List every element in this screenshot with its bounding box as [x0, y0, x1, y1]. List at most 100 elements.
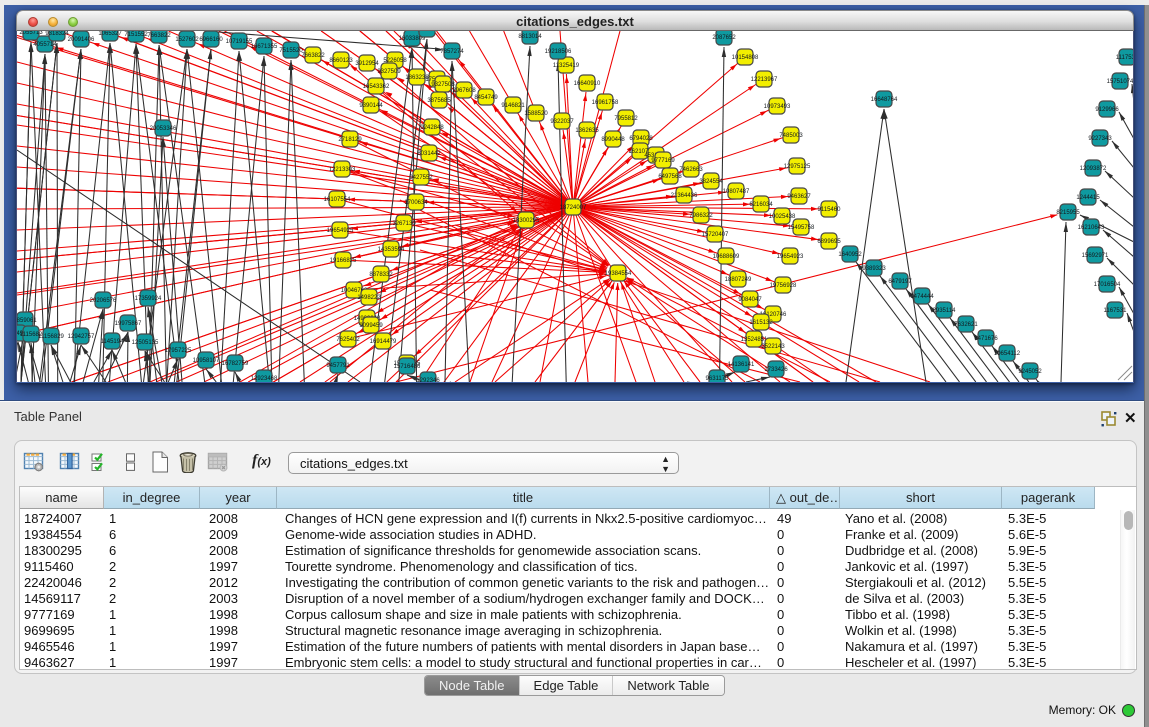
svg-text:6899695: 6899695 [817, 239, 841, 245]
svg-text:1292346: 1292346 [416, 378, 440, 382]
svg-text:3875685: 3875685 [427, 98, 451, 104]
svg-text:10688609: 10688609 [713, 254, 740, 260]
svg-text:10025438: 10025438 [769, 214, 796, 220]
svg-text:1640952: 1640952 [838, 252, 862, 258]
svg-text:19975867: 19975867 [115, 321, 142, 327]
svg-text:17957225: 17957225 [165, 348, 192, 354]
svg-text:6497568: 6497568 [658, 174, 682, 180]
svg-text:3824554: 3824554 [699, 179, 723, 185]
svg-text:2718129: 2718129 [338, 137, 362, 143]
svg-text:3912954: 3912954 [355, 61, 379, 67]
svg-text:10958107: 10958107 [193, 358, 220, 364]
svg-text:7625402: 7625402 [336, 337, 360, 343]
svg-text:1588520: 1588520 [524, 111, 548, 117]
svg-text:6794028: 6794028 [629, 136, 653, 142]
svg-text:7857274: 7857274 [440, 49, 464, 55]
svg-text:9322037: 9322037 [550, 119, 574, 125]
svg-text:4859061: 4859061 [17, 318, 37, 324]
svg-text:7462663: 7462663 [679, 167, 703, 173]
svg-text:19384554: 19384554 [605, 271, 632, 277]
svg-text:9242848: 9242848 [420, 125, 444, 131]
svg-text:19654923: 19654923 [777, 254, 804, 260]
svg-text:6966160: 6966160 [199, 37, 223, 43]
svg-text:2967608: 2967608 [452, 88, 476, 94]
svg-text:1527602: 1527602 [175, 37, 199, 43]
svg-text:9327509: 9327509 [377, 69, 401, 75]
svg-text:20091406: 20091406 [68, 37, 95, 43]
svg-text:12213303: 12213303 [329, 167, 356, 173]
svg-text:16782759: 16782759 [222, 361, 249, 367]
svg-text:15716486: 15716486 [394, 364, 421, 370]
svg-text:1117532: 1117532 [1116, 55, 1134, 61]
svg-text:11156829: 11156829 [38, 334, 64, 340]
svg-text:1498222: 1498222 [357, 295, 381, 301]
svg-text:7663822: 7663822 [301, 53, 325, 59]
svg-text:8031442: 8031442 [417, 151, 441, 157]
svg-text:9146821: 9146821 [501, 103, 525, 109]
svg-text:2087652: 2087652 [712, 35, 736, 41]
svg-text:19166825: 19166825 [330, 258, 357, 264]
svg-text:9084047: 9084047 [738, 297, 762, 303]
svg-text:20206576: 20206576 [90, 298, 117, 304]
svg-text:7515520: 7515520 [279, 48, 303, 54]
svg-text:9115460: 9115460 [818, 207, 842, 213]
svg-text:21364436: 21364436 [671, 193, 698, 199]
svg-text:16210643: 16210643 [1078, 225, 1105, 231]
svg-text:12093872: 12093872 [1080, 166, 1107, 172]
svg-text:17016504: 17016504 [1094, 282, 1121, 288]
svg-text:8813014: 8813014 [518, 34, 542, 40]
svg-text:16648764: 16648764 [871, 97, 898, 103]
svg-text:14136141: 14136141 [728, 362, 755, 368]
svg-text:1733426: 1733426 [764, 367, 788, 373]
svg-text:9389323: 9389323 [862, 266, 886, 272]
svg-text:2055713: 2055713 [19, 31, 43, 36]
svg-text:10973493: 10973493 [764, 104, 791, 110]
svg-text:10154808: 10154808 [732, 55, 759, 61]
svg-text:12975125: 12975125 [784, 164, 811, 170]
svg-text:8215955: 8215955 [1056, 210, 1080, 216]
svg-text:9463627: 9463627 [787, 194, 811, 200]
svg-text:7663822: 7663822 [147, 33, 171, 39]
svg-text:1615132: 1615132 [749, 320, 773, 326]
svg-text:10654112: 10654112 [994, 351, 1021, 357]
svg-text:9227343: 9227343 [1088, 136, 1112, 142]
svg-text:17359924: 17359924 [135, 296, 162, 302]
svg-text:7986322: 7986322 [689, 213, 713, 219]
svg-text:9318325: 9318325 [415, 31, 439, 33]
svg-text:16640910: 16640910 [574, 81, 601, 87]
svg-text:8660123: 8660123 [329, 58, 353, 64]
svg-text:16543362: 16543362 [363, 84, 390, 90]
svg-text:14353594: 14353594 [378, 247, 405, 253]
svg-text:6479197: 6479197 [888, 279, 912, 285]
svg-text:16914479: 16914479 [370, 339, 397, 345]
svg-text:9474444: 9474444 [910, 294, 934, 300]
svg-text:9099459: 9099459 [359, 323, 383, 329]
svg-text:1244415: 1244415 [1076, 195, 1100, 201]
svg-text:7151552: 7151552 [124, 32, 148, 38]
svg-text:9427552: 9427552 [409, 175, 433, 181]
svg-text:12213967: 12213967 [751, 77, 778, 83]
svg-text:18807249: 18807249 [725, 277, 752, 283]
svg-text:12942757: 12942757 [68, 334, 95, 340]
svg-text:7632621: 7632621 [954, 322, 978, 328]
svg-text:9390144: 9390144 [359, 103, 383, 109]
svg-text:1700634: 1700634 [404, 200, 428, 206]
svg-text:9245052: 9245052 [1018, 369, 1042, 375]
svg-text:1167531: 1167531 [1104, 308, 1128, 314]
svg-text:2935114: 2935114 [933, 308, 957, 314]
svg-text:15751074: 15751074 [1107, 79, 1134, 85]
svg-text:16107554: 16107554 [324, 197, 351, 203]
svg-text:8990448: 8990448 [601, 137, 625, 143]
svg-text:13524851: 13524851 [741, 337, 768, 343]
svg-text:2522143: 2522143 [761, 344, 785, 350]
svg-text:1065327: 1065327 [98, 31, 122, 37]
svg-text:10807487: 10807487 [723, 189, 750, 195]
svg-text:16961758: 16961758 [592, 100, 619, 106]
svg-text:19654925: 19654925 [327, 228, 354, 234]
svg-text:15495758: 15495758 [788, 225, 815, 231]
svg-text:19756928: 19756928 [770, 283, 797, 289]
svg-text:4055714: 4055714 [33, 42, 57, 48]
svg-text:15720407: 15720407 [702, 232, 729, 238]
svg-text:7485003: 7485003 [779, 133, 803, 139]
svg-text:11325419: 11325419 [553, 63, 580, 69]
